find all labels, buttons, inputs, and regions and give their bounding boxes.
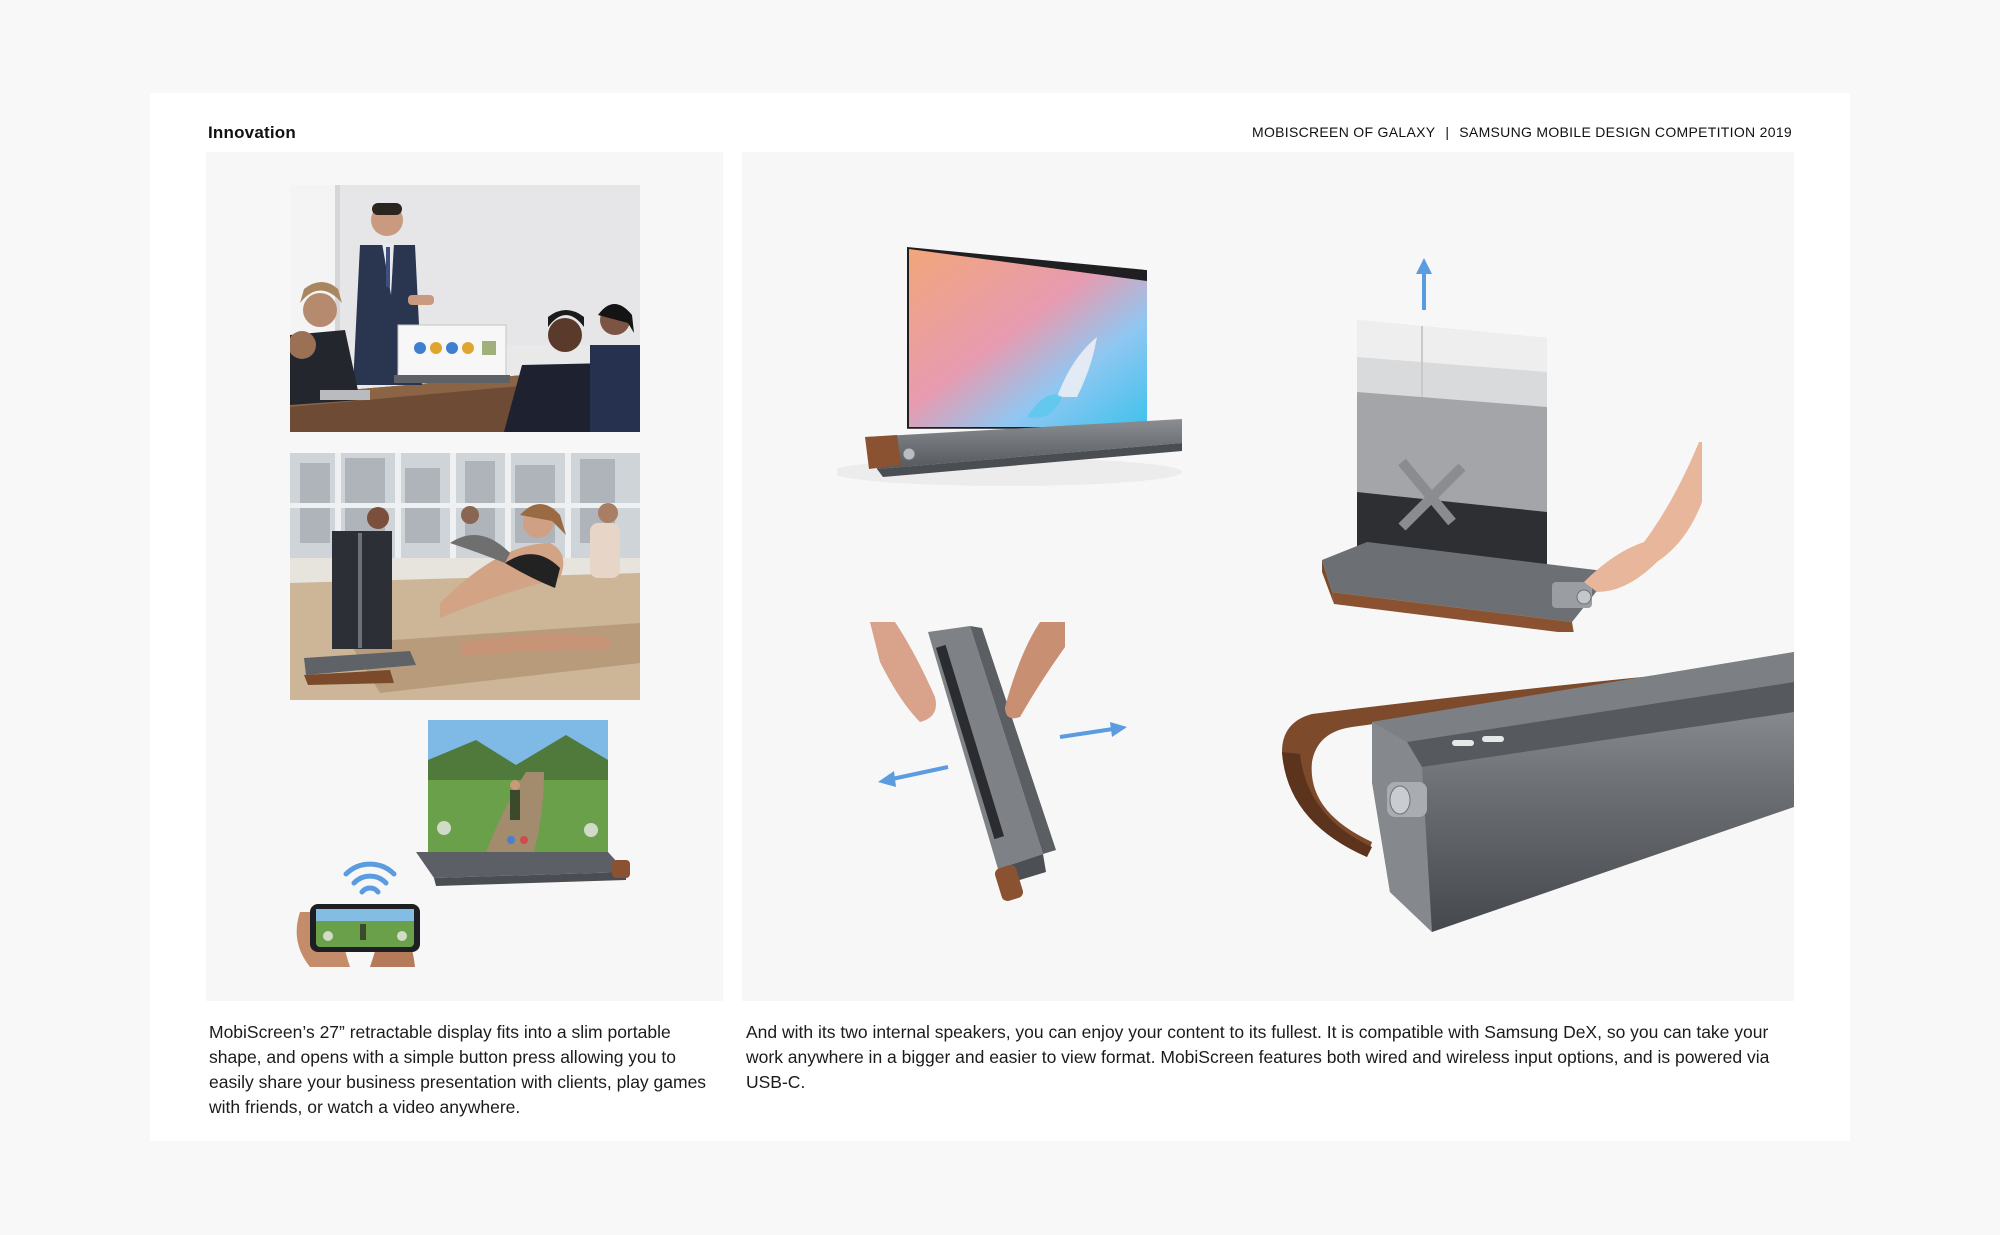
- product-renders-panel: [742, 152, 1794, 1001]
- section-title: Innovation: [208, 123, 296, 142]
- retract-mechanism-render: [1322, 242, 1722, 632]
- features-caption: And with its two internal speakers, you …: [746, 1022, 1770, 1092]
- competition-name: SAMSUNG MOBILE DESIGN COMPETITION 2019: [1459, 124, 1792, 140]
- header-separator: |: [1445, 124, 1450, 140]
- gaming-screen-illustration: [416, 720, 630, 886]
- left-arrow-icon: [878, 765, 949, 787]
- business-meeting-illustration: [290, 185, 640, 432]
- right-arrow-icon: [1059, 722, 1127, 739]
- yoga-class-photo: [290, 453, 640, 700]
- pull-open-render: [870, 622, 1160, 912]
- usage-caption: MobiScreen’s 27” retractable display fit…: [209, 1022, 707, 1117]
- gaming-screen-render: [416, 720, 636, 896]
- wifi-icon: [343, 861, 397, 895]
- up-arrow-icon: [1416, 258, 1432, 310]
- project-name: MOBISCREEN OF GALAXY: [1251, 124, 1436, 140]
- pull-open-illustration: [870, 622, 1127, 901]
- smartphone-controller-photo: [290, 852, 440, 967]
- presentation-card: Innovation MOBISCREEN OF GALAXY | SAMSUNG …: [150, 93, 1850, 1141]
- retract-mechanism-illustration: [1322, 258, 1702, 632]
- speaker-base-closeup-render: [1272, 642, 1794, 942]
- speaker-base-closeup-illustration: [1282, 652, 1794, 932]
- extended-display-render: [837, 247, 1197, 487]
- yoga-class-illustration: [290, 453, 640, 700]
- header-meta: MOBISCREEN OF GALAXY | SAMSUNG MOBILE DESI…: [1252, 124, 1792, 140]
- extended-display-illustration: [837, 247, 1182, 486]
- smartphone-controller-illustration: [296, 861, 420, 967]
- business-meeting-photo: [290, 185, 640, 432]
- usage-scenarios-panel: [206, 152, 723, 1001]
